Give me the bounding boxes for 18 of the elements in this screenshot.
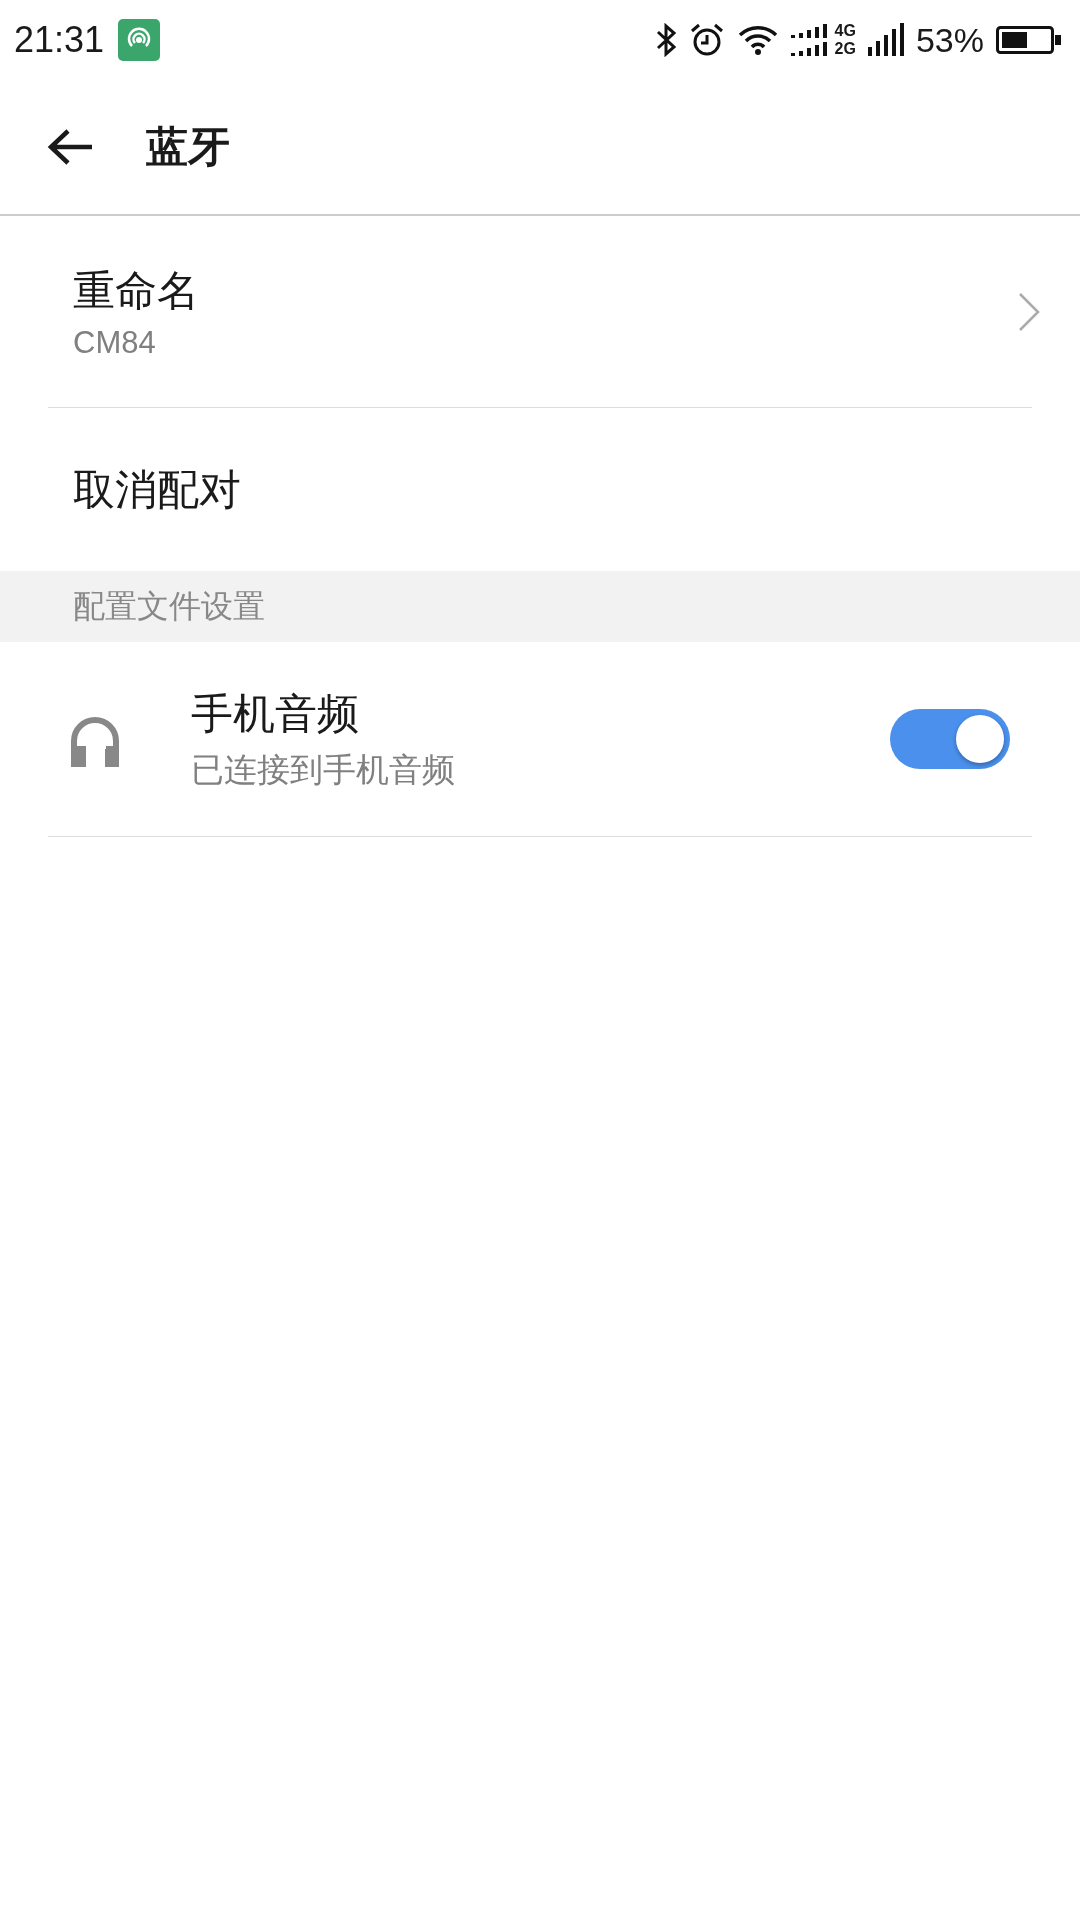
battery-icon <box>996 26 1062 54</box>
bluetooth-icon <box>654 23 677 57</box>
status-time: 21:31 <box>14 19 105 61</box>
wifi-icon <box>736 24 779 56</box>
profile-status: 已连接到手机音频 <box>191 748 456 791</box>
settings-item[interactable]: 重命名 CM84 <box>0 216 1080 407</box>
hotspot-app-icon <box>118 19 161 61</box>
chevron-icon <box>1018 291 1040 332</box>
signal-icon <box>867 23 904 57</box>
section-header: 配置文件设置 <box>0 571 1080 642</box>
page-title: 蓝牙 <box>146 121 230 173</box>
toggle-switch[interactable] <box>890 709 1010 769</box>
network-type-label: 2G <box>834 40 856 58</box>
profile-title: 手机音频 <box>191 687 360 740</box>
alarm-icon <box>688 22 725 58</box>
network-type-label: 4G <box>834 22 856 40</box>
battery-percent: 53% <box>915 20 984 60</box>
settings-item[interactable]: 取消配对 <box>0 408 1080 571</box>
